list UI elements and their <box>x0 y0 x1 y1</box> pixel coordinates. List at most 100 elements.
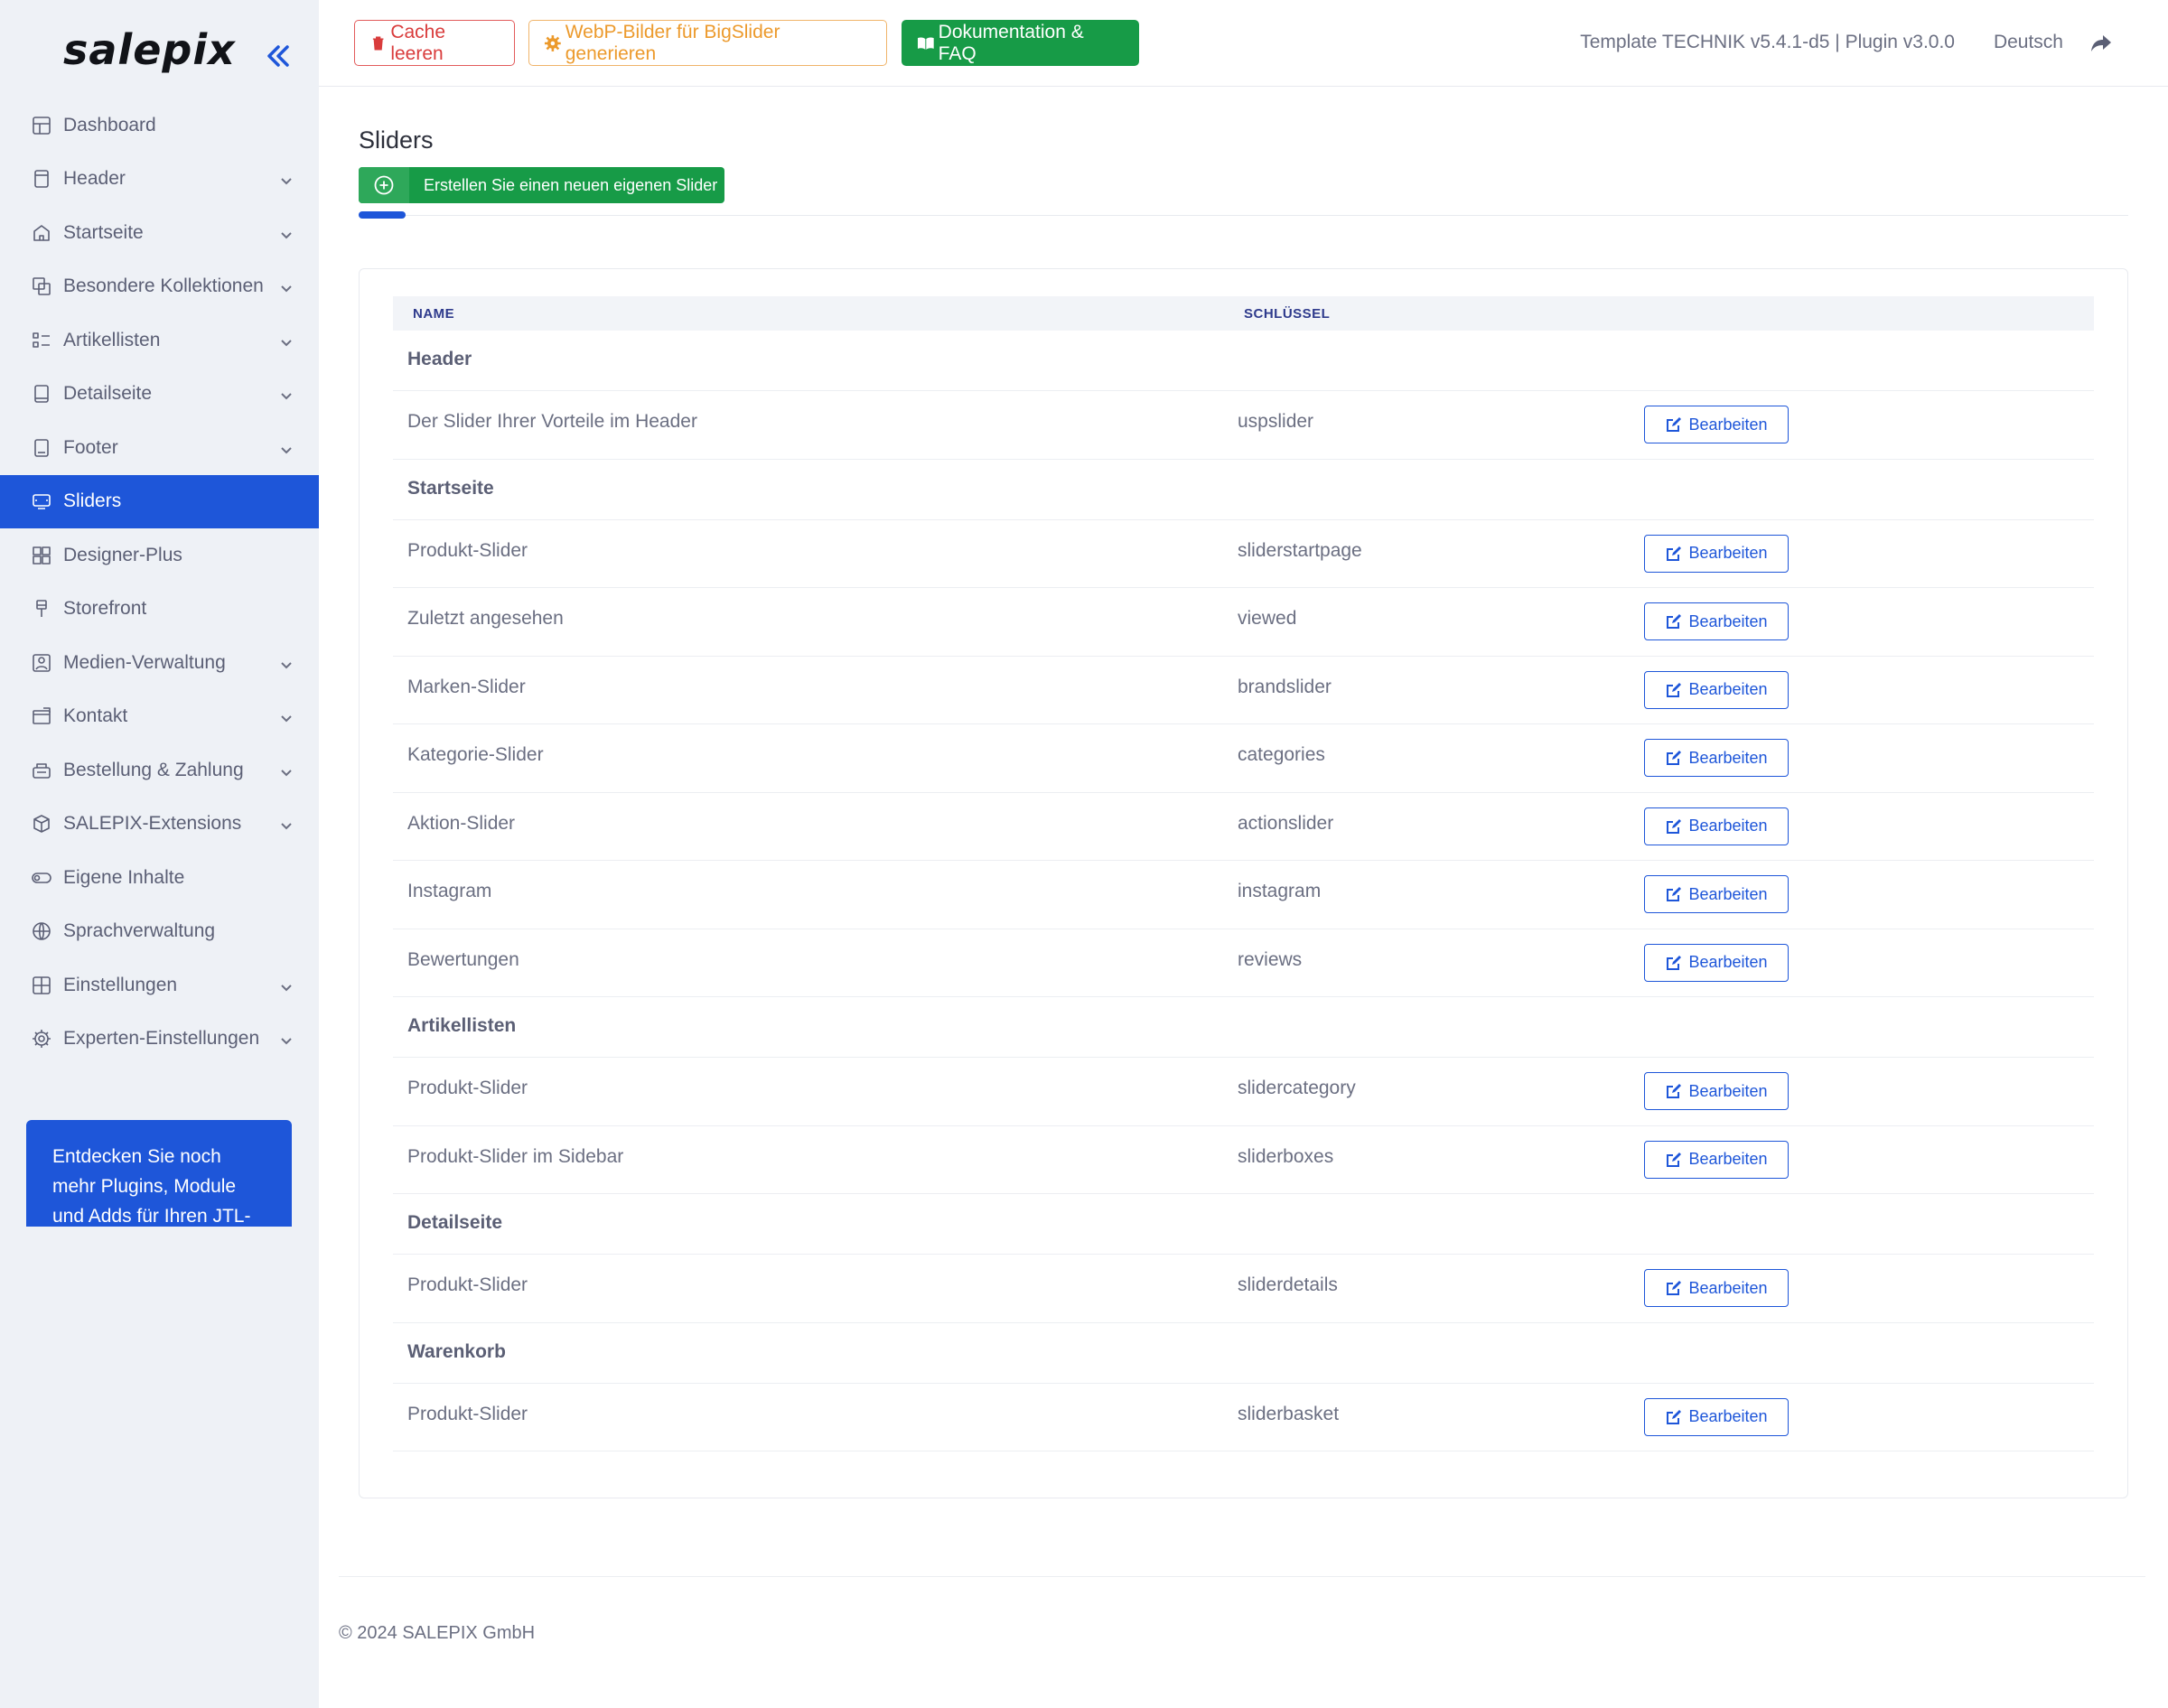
sidebar-item-detailseite[interactable]: Detailseite <box>0 368 319 422</box>
sidebar-item-designer-plus[interactable]: Designer-Plus <box>0 528 319 583</box>
create-slider-button[interactable]: Erstellen Sie einen neuen eigenen Slider <box>359 167 724 203</box>
language-selector[interactable]: Deutsch <box>1994 32 2063 53</box>
edit-button[interactable]: Bearbeiten <box>1644 807 1789 845</box>
generate-webp-button[interactable]: WebP-Bilder für BigSlider generieren <box>528 20 887 66</box>
edit-button[interactable]: Bearbeiten <box>1644 1269 1789 1307</box>
sliders-table: Header Der Slider Ihrer Vorteile im Heade… <box>393 331 2094 1451</box>
edit-button[interactable]: Bearbeiten <box>1644 670 1789 709</box>
slider-key: sliderstartpage <box>1238 539 1362 561</box>
sidebar-item-sprachverwaltung[interactable]: Sprachverwaltung <box>0 905 319 959</box>
slider-name: Produkt-Slider <box>407 1078 528 1098</box>
slider-key: brandslider <box>1238 676 1332 697</box>
book-open-icon <box>917 36 934 50</box>
sidebar-item-header[interactable]: Header <box>0 153 319 207</box>
table-row: Marken-Slider brandslider Bearbeiten <box>393 657 2094 724</box>
slider-name: Der Slider Ihrer Vorteile im Header <box>407 411 697 432</box>
edit-button[interactable]: Bearbeiten <box>1644 406 1789 443</box>
chevron-down-icon <box>279 333 294 348</box>
slider-key: categories <box>1238 744 1325 765</box>
promo-text: Entdecken Sie noch mehr Plugins, Module … <box>52 1146 251 1227</box>
sidebar-item-label: Designer-Plus <box>63 544 182 565</box>
edit-button[interactable]: Bearbeiten <box>1644 602 1789 640</box>
chevron-down-icon <box>279 226 294 240</box>
sidebar-item-artikellisten[interactable]: Artikellisten <box>0 313 319 368</box>
slider-name: Produkt-Slider <box>407 1403 528 1424</box>
documentation-button[interactable]: Dokumentation & FAQ <box>902 20 1139 66</box>
sidebar-item-label: Sliders <box>63 490 122 512</box>
edit-icon <box>1667 417 1682 432</box>
globe-icon <box>31 920 52 942</box>
edit-label: Bearbeiten <box>1688 415 1768 434</box>
sidebar-item-storefront[interactable]: Storefront <box>0 583 319 637</box>
package-icon <box>31 813 52 835</box>
table-row: Zuletzt angesehen viewed Bearbeiten <box>393 588 2094 657</box>
slider-name: Marken-Slider <box>407 676 526 697</box>
edit-button[interactable]: Bearbeiten <box>1644 1397 1789 1436</box>
sidebar-item-startseite[interactable]: Startseite <box>0 206 319 260</box>
edit-icon <box>1667 682 1682 697</box>
edit-icon <box>1667 955 1682 970</box>
clear-cache-button[interactable]: Cache leeren <box>354 20 515 66</box>
sidebar-item-kontakt[interactable]: Kontakt <box>0 690 319 744</box>
edit-icon <box>1667 818 1682 834</box>
sidebar: salepix Dashboard Header Startseite Besonde… <box>0 0 319 1708</box>
chevron-down-icon <box>279 1031 294 1046</box>
sidebar-item-einstellungen[interactable]: Einstellungen <box>0 958 319 1013</box>
chevron-down-icon <box>279 279 294 294</box>
edit-button[interactable]: Bearbeiten <box>1644 1072 1789 1110</box>
chevron-down-icon <box>279 709 294 723</box>
edit-label: Bearbeiten <box>1688 1081 1768 1100</box>
create-slider-label: Erstellen Sie einen neuen eigenen Slider <box>424 175 718 194</box>
sidebar-item-dashboard[interactable]: Dashboard <box>0 98 319 153</box>
image-icon <box>31 652 52 674</box>
clear-cache-label: Cache leeren <box>390 21 446 64</box>
logout-icon[interactable] <box>2090 33 2112 53</box>
edit-button[interactable]: Bearbeiten <box>1644 875 1789 913</box>
table-row: Aktion-Slider actionslider Bearbeiten <box>393 793 2094 861</box>
sidebar-item-label: Sprachverwaltung <box>63 920 216 942</box>
mail-icon <box>31 705 52 727</box>
collapse-sidebar-icon[interactable] <box>262 40 294 72</box>
sidebar-item-sliders[interactable]: Sliders <box>0 474 319 528</box>
sidebar-item-label: Artikellisten <box>63 329 161 350</box>
edit-button[interactable]: Bearbeiten <box>1644 1140 1789 1179</box>
sidebar-item-besondere-kollektionen[interactable]: Besondere Kollektionen <box>0 260 319 314</box>
salepix-logo[interactable]: salepix <box>63 25 236 74</box>
sidebar-nav: Dashboard Header Startseite Besondere Kolle… <box>0 98 319 1066</box>
table-row: Bewertungen reviews Bearbeiten <box>393 929 2094 997</box>
layout-icon <box>31 115 52 136</box>
toggle-icon <box>31 867 52 889</box>
edit-button[interactable]: Bearbeiten <box>1644 739 1789 777</box>
page-icon <box>31 383 52 405</box>
sidebar-item-bestellung-zahlung[interactable]: Bestellung & Zahlung <box>0 743 319 798</box>
sidebar-item-label: Startseite <box>63 221 144 243</box>
sidebar-item-footer[interactable]: Footer <box>0 421 319 475</box>
promo-banner[interactable]: Entdecken Sie noch mehr Plugins, Module … <box>26 1120 292 1227</box>
version-info: Template TECHNIK v5.4.1-d5 | Plugin v3.0… <box>1580 32 1955 52</box>
sidebar-item-label: Detailseite <box>63 383 153 405</box>
chevron-down-icon <box>279 441 294 455</box>
sidebar-item-eigene-inhalte[interactable]: Eigene Inhalte <box>0 851 319 905</box>
edit-icon <box>1667 1281 1682 1295</box>
edit-icon <box>1667 614 1682 629</box>
edit-button[interactable]: Bearbeiten <box>1644 943 1789 982</box>
edit-label: Bearbeiten <box>1688 1278 1768 1297</box>
sidebar-item-experten-einstellungen[interactable]: Experten-Einstellungen <box>0 1013 319 1067</box>
plus-circle-icon <box>359 167 409 203</box>
sidebar-item-label: Footer <box>63 436 118 458</box>
slider-key: slidercategory <box>1238 1078 1356 1098</box>
edit-button[interactable]: Bearbeiten <box>1644 534 1789 573</box>
footer-divider <box>339 1576 2145 1577</box>
sidebar-item-label: Dashboard <box>63 114 156 135</box>
table-row: Produkt-Slider sliderdetails Bearbeiten <box>393 1255 2094 1323</box>
sidebar-item-label: Kontakt <box>63 705 128 727</box>
slider-name: Instagram <box>407 881 492 901</box>
sidebar-item-salepix-extensions[interactable]: SALEPIX-Extensions <box>0 798 319 852</box>
collections-icon <box>31 275 52 297</box>
sidebar-item-label: Medien-Verwaltung <box>63 651 226 673</box>
list-icon <box>31 330 52 351</box>
slider-key: sliderdetails <box>1238 1274 1338 1295</box>
sidebar-item-medien-verwaltung[interactable]: Medien-Verwaltung <box>0 636 319 690</box>
slider-key: viewed <box>1238 608 1297 629</box>
group-title: Warenkorb <box>407 1340 506 1362</box>
